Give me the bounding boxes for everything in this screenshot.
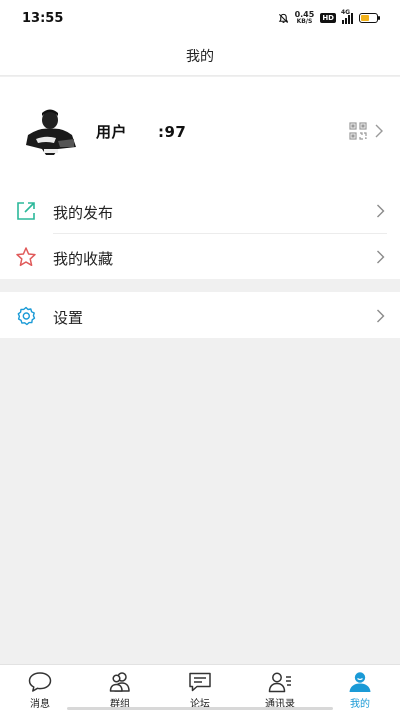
chevron-right-icon (377, 309, 385, 323)
page-title: 我的 (186, 48, 214, 65)
tab-messages[interactable]: 消息 (0, 665, 80, 711)
tab-contacts[interactable]: 通讯录 (240, 665, 320, 711)
menu-item-my-favorites[interactable]: 我的收藏 (0, 233, 400, 279)
menu-item-settings[interactable]: 设置 (0, 292, 400, 338)
chevron-right-icon (375, 124, 383, 138)
network-speed-value: 0.45 (294, 10, 315, 19)
share-out-icon (17, 202, 35, 220)
network-speed-unit: KB/S (296, 18, 313, 25)
tab-forum[interactable]: 论坛 (160, 665, 240, 711)
status-bar: 13:55 0.45 KB/S HD 4G (0, 0, 400, 36)
menu-group-settings: 设置 (0, 292, 400, 338)
contacts-icon (268, 672, 291, 693)
tab-me[interactable]: 我的 (320, 665, 400, 711)
group-icon (109, 672, 130, 692)
menu-item-label: 设置 (53, 309, 84, 327)
star-icon (16, 247, 36, 267)
profile-icon (349, 672, 371, 692)
chevron-right-icon (377, 204, 385, 218)
menu-item-label: 我的收藏 (53, 250, 114, 268)
title-bar: 我的 (0, 36, 400, 76)
profile-card[interactable]: 用户 :97 (0, 77, 400, 187)
network-speed: 0.45 KB/S (294, 10, 315, 26)
chevron-right-icon (377, 250, 385, 264)
qr-code-icon[interactable] (349, 122, 367, 140)
status-time: 13:55 (22, 10, 64, 26)
status-icons: 0.45 KB/S HD 4G (278, 9, 380, 26)
menu-group-primary: 我的发布 我的收藏 (0, 187, 400, 279)
home-indicator[interactable] (67, 707, 333, 710)
bottom-tab-bar: 消息 群组 论坛 通讯录 我的 (0, 664, 400, 711)
signal-icon: 4G (341, 9, 353, 24)
signal-label: 4G (341, 8, 351, 16)
forum-icon (189, 672, 211, 692)
menu-item-label: 我的发布 (53, 204, 114, 222)
chat-bubble-icon (28, 672, 52, 692)
avatar[interactable] (18, 105, 80, 159)
hd-badge: HD (320, 13, 336, 23)
username: 用户 :97 (96, 123, 187, 141)
bell-muted-icon (278, 13, 288, 23)
tab-groups[interactable]: 群组 (80, 665, 160, 711)
battery-fill (361, 15, 369, 21)
battery-icon (359, 13, 380, 23)
menu-item-my-posts[interactable]: 我的发布 (0, 187, 400, 234)
gear-icon (17, 306, 36, 326)
